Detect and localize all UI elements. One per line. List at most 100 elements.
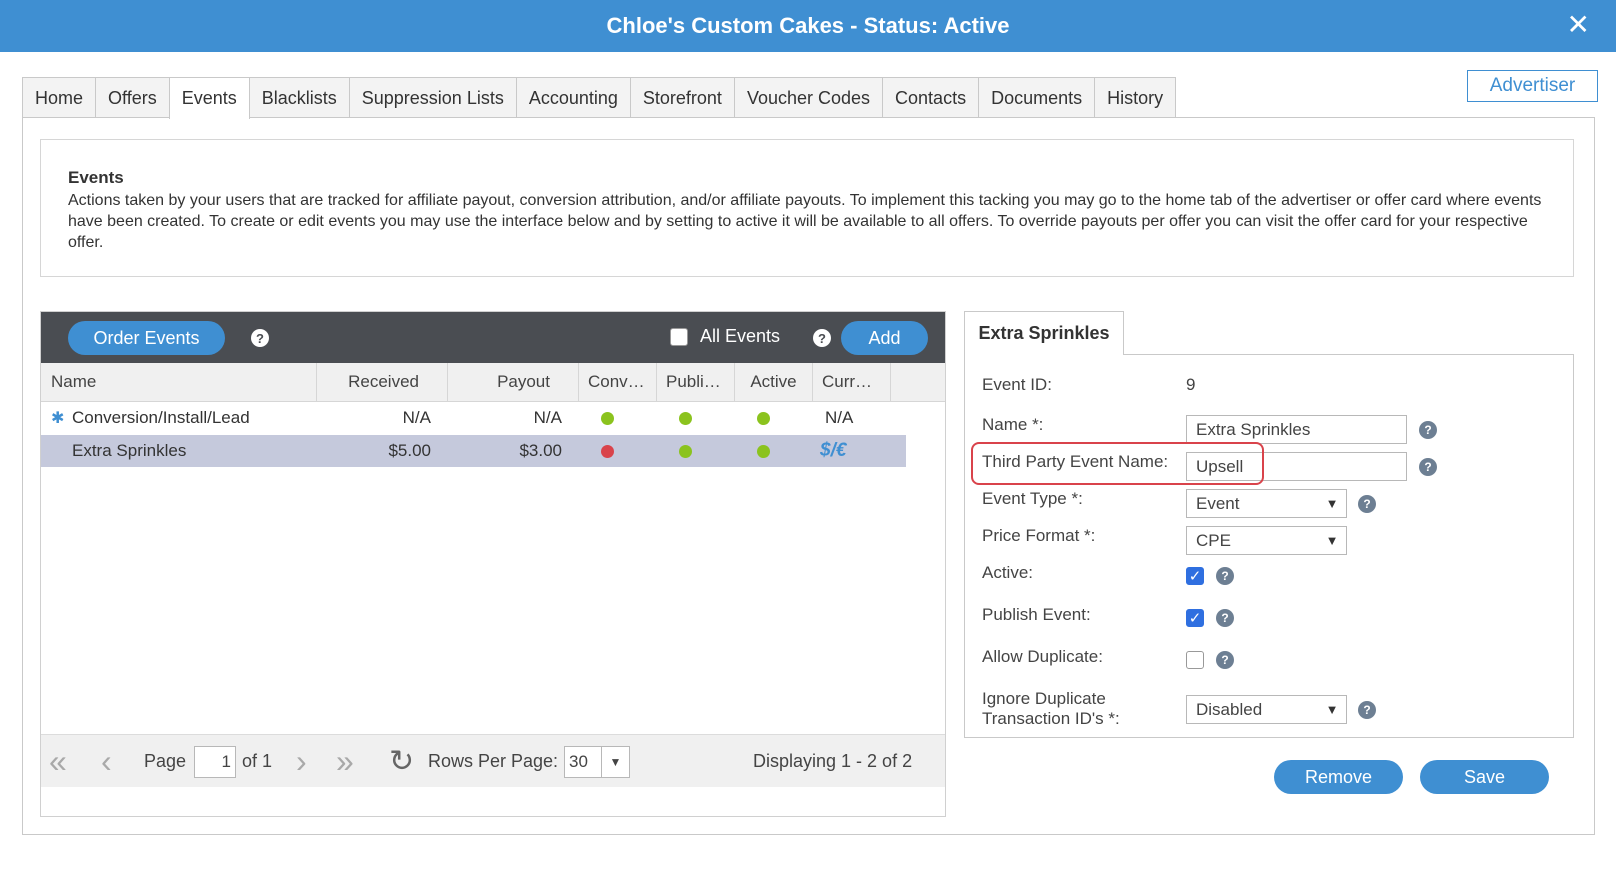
event-type-help-icon[interactable]: ?	[1358, 495, 1376, 513]
col-payout[interactable]: Payout	[448, 363, 579, 401]
event-type-label: Event Type *:	[982, 489, 1083, 508]
description-title: Events	[68, 168, 124, 187]
row-received: $5.00	[388, 441, 431, 460]
tab-blacklists[interactable]: Blacklists	[248, 77, 350, 118]
third-party-help-icon[interactable]: ?	[1419, 458, 1437, 476]
price-format-label: Price Format *:	[982, 526, 1096, 545]
col-name[interactable]: Name	[41, 363, 317, 401]
page-count: of 1	[242, 751, 273, 771]
tab-suppression-lists[interactable]: Suppression Lists	[348, 77, 517, 118]
col-publish[interactable]: Publi…	[657, 363, 735, 401]
ignore-duplicate-help-icon[interactable]: ?	[1358, 701, 1376, 719]
ignore-duplicate-select[interactable]: Disabled ▼	[1186, 695, 1347, 724]
table-row[interactable]: Extra Sprinkles $5.00 $3.00 $/€	[41, 435, 906, 467]
page-label: Page	[144, 751, 187, 771]
tab-contacts[interactable]: Contacts	[882, 77, 980, 118]
displaying-count: Displaying 1 - 2 of 2	[753, 751, 913, 771]
event-id-label: Event ID:	[982, 375, 1052, 394]
name-input[interactable]: Extra Sprinkles	[1186, 415, 1407, 444]
tab-events[interactable]: Events	[168, 77, 250, 119]
remove-button[interactable]: Remove	[1274, 760, 1403, 794]
chevron-down-icon: ▼	[1325, 533, 1339, 548]
price-format-select[interactable]: CPE ▼	[1186, 526, 1347, 555]
tab-storefront[interactable]: Storefront	[629, 77, 735, 118]
allow-duplicate-checkbox[interactable]	[1186, 651, 1204, 669]
rows-per-page-label: Rows Per Page:	[428, 751, 559, 771]
price-format-value: CPE	[1196, 530, 1231, 550]
ignore-duplicate-label: Ignore Duplicate Transaction ID's *:	[982, 689, 1120, 729]
rows-per-page-select[interactable]: 30 ▼	[564, 745, 630, 778]
row-name: Extra Sprinkles	[72, 441, 187, 460]
last-page-icon[interactable]: »	[336, 735, 354, 788]
all-events-checkbox[interactable]	[670, 328, 688, 346]
refresh-icon[interactable]: ↻	[389, 735, 414, 788]
event-id-value: 9	[1186, 375, 1196, 394]
grid-pager: « ‹ Page 1 of 1 › » ↻ Rows Per Page: 30 …	[41, 734, 945, 787]
chevron-down-icon: ▼	[1325, 496, 1339, 511]
row-payout: N/A	[533, 408, 562, 427]
events-grid: Order Events ? All Events ? Add Name Rec…	[40, 311, 946, 817]
ignore-duplicate-value: Disabled	[1196, 699, 1263, 719]
publish-event-label: Publish Event:	[982, 605, 1091, 624]
row-payout: $3.00	[519, 441, 562, 460]
row-conversion-status	[601, 402, 614, 434]
order-events-button[interactable]: Order Events	[68, 321, 225, 355]
event-detail-panel: Event ID: 9 Name *: Extra Sprinkles ? Th…	[964, 354, 1574, 738]
tab-documents[interactable]: Documents	[978, 77, 1096, 118]
table-row[interactable]: ✱ Conversion/Install/Lead N/A N/A N/A	[41, 402, 906, 434]
all-events-help-icon[interactable]: ?	[813, 329, 831, 347]
row-name: Conversion/Install/Lead	[72, 408, 250, 427]
highlight-annotation	[971, 442, 1264, 485]
chevron-down-icon: ▼	[1325, 702, 1339, 717]
ignore-duplicate-label-line2: Transaction ID's *:	[982, 709, 1120, 728]
currency-override-icon[interactable]: $/€	[820, 435, 846, 467]
active-label: Active:	[982, 563, 1034, 582]
row-active-status	[757, 435, 770, 467]
close-icon[interactable]: ✕	[1567, 10, 1590, 40]
first-page-icon[interactable]: «	[49, 735, 67, 788]
active-checkbox[interactable]: ✓	[1186, 567, 1204, 585]
events-description: Events Actions taken by your users that …	[40, 139, 1574, 277]
event-type-select[interactable]: Event ▼	[1186, 489, 1347, 518]
tab-accounting[interactable]: Accounting	[515, 77, 631, 118]
tab-voucher-codes[interactable]: Voucher Codes	[733, 77, 884, 118]
advertiser-button[interactable]: Advertiser	[1467, 70, 1598, 102]
row-publish-status	[679, 402, 692, 434]
add-button[interactable]: Add	[841, 321, 928, 355]
tab-home[interactable]: Home	[22, 77, 97, 118]
page-number-input[interactable]: 1	[194, 745, 236, 778]
row-active-status	[757, 402, 770, 434]
publish-event-checkbox[interactable]: ✓	[1186, 609, 1204, 627]
name-label: Name *:	[982, 415, 1044, 434]
tab-offers[interactable]: Offers	[95, 77, 170, 118]
row-received: N/A	[402, 408, 431, 427]
tab-history[interactable]: History	[1094, 77, 1177, 118]
rows-per-page-value: 30	[569, 751, 588, 771]
col-currency[interactable]: Curr…	[813, 363, 891, 401]
col-active[interactable]: Active	[735, 363, 813, 401]
description-text: Actions taken by your users that are tra…	[68, 192, 1542, 251]
all-events-label: All Events	[700, 326, 781, 346]
col-conversion[interactable]: Conv…	[579, 363, 657, 401]
name-help-icon[interactable]: ?	[1419, 421, 1437, 439]
prev-page-icon[interactable]: ‹	[101, 735, 112, 788]
next-page-icon[interactable]: ›	[296, 735, 307, 788]
order-events-help-icon[interactable]: ?	[251, 329, 269, 347]
save-button[interactable]: Save	[1420, 760, 1549, 794]
detail-tab[interactable]: Extra Sprinkles	[964, 311, 1124, 355]
window-title: Chloe's Custom Cakes - Status: Active	[606, 13, 1010, 38]
grid-toolbar: Order Events ? All Events ? Add	[41, 312, 945, 363]
publish-event-help-icon[interactable]: ?	[1216, 609, 1234, 627]
grid-column-header: Name Received Payout Conv… Publi… Active…	[41, 363, 945, 402]
event-type-value: Event	[1196, 493, 1240, 513]
chevron-down-icon: ▼	[601, 746, 629, 777]
tab-bar: Home Offers Events Blacklists Suppressio…	[22, 77, 1177, 119]
row-currency: N/A	[825, 408, 854, 427]
ignore-duplicate-label-line1: Ignore Duplicate	[982, 689, 1106, 708]
allow-duplicate-help-icon[interactable]: ?	[1216, 651, 1234, 669]
active-help-icon[interactable]: ?	[1216, 567, 1234, 585]
col-received[interactable]: Received	[317, 363, 448, 401]
base-event-icon: ✱	[51, 410, 65, 427]
allow-duplicate-label: Allow Duplicate:	[982, 647, 1103, 666]
row-publish-status	[679, 435, 692, 467]
